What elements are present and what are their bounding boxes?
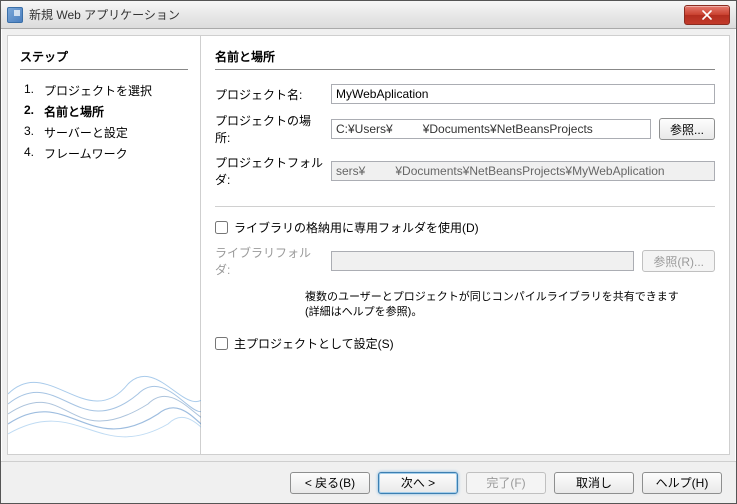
project-location-label: プロジェクトの場所: <box>215 112 323 146</box>
help-button[interactable]: ヘルプ(H) <box>642 472 722 494</box>
step-item: 2.名前と場所 <box>20 101 188 122</box>
content-area: ステップ 1.プロジェクトを選択 2.名前と場所 3.サーバーと設定 4.フレー… <box>7 35 730 455</box>
back-button[interactable]: < 戻る(B) <box>290 472 370 494</box>
main-project-checkbox[interactable] <box>215 337 228 350</box>
project-location-row: プロジェクトの場所: 参照... <box>215 112 715 146</box>
project-folder-label: プロジェクトフォルダ: <box>215 154 323 188</box>
step-item: 4.フレームワーク <box>20 143 188 164</box>
steps-list: 1.プロジェクトを選択 2.名前と場所 3.サーバーと設定 4.フレームワーク <box>20 80 188 164</box>
button-bar: < 戻る(B) 次へ > 完了(F) 取消し ヘルプ(H) <box>1 461 736 503</box>
libs-checkbox-row: ライブラリの格納用に専用フォルダを使用(D) <box>215 219 715 236</box>
main-project-checkbox-row: 主プロジェクトとして設定(S) <box>215 335 715 352</box>
project-name-row: プロジェクト名: <box>215 84 715 104</box>
divider <box>215 206 715 207</box>
main-project-label: 主プロジェクトとして設定(S) <box>234 335 394 352</box>
step-item: 3.サーバーと設定 <box>20 122 188 143</box>
project-name-input[interactable] <box>331 84 715 104</box>
dedicated-libs-label: ライブラリの格納用に専用フォルダを使用(D) <box>234 219 479 236</box>
main-panel: 名前と場所 プロジェクト名: プロジェクトの場所: 参照... プロジェクトフォ… <box>201 36 729 454</box>
project-location-input[interactable] <box>331 119 651 139</box>
panel-heading: 名前と場所 <box>215 48 715 70</box>
libs-folder-input <box>331 251 634 271</box>
dedicated-libs-checkbox[interactable] <box>215 221 228 234</box>
next-button[interactable]: 次へ > <box>378 472 458 494</box>
project-name-label: プロジェクト名: <box>215 86 323 103</box>
browse-libs-button: 参照(R)... <box>642 250 715 272</box>
finish-button: 完了(F) <box>466 472 546 494</box>
libs-folder-row: ライブラリフォルダ: 参照(R)... <box>215 244 715 278</box>
window-title: 新規 Web アプリケーション <box>29 6 180 23</box>
steps-sidebar: ステップ 1.プロジェクトを選択 2.名前と場所 3.サーバーと設定 4.フレー… <box>8 36 201 454</box>
decorative-waves <box>8 334 201 454</box>
libs-note: 複数のユーザーとプロジェクトが同じコンパイルライブラリを共有できます (詳細はヘ… <box>305 290 715 321</box>
project-folder-input <box>331 161 715 181</box>
libs-folder-label: ライブラリフォルダ: <box>215 244 323 278</box>
close-icon <box>702 10 712 20</box>
step-item: 1.プロジェクトを選択 <box>20 80 188 101</box>
wizard-window: 新規 Web アプリケーション ステップ 1.プロジェクトを選択 2.名前と場所… <box>0 0 737 504</box>
app-icon <box>7 7 23 23</box>
browse-location-button[interactable]: 参照... <box>659 118 715 140</box>
cancel-button[interactable]: 取消し <box>554 472 634 494</box>
close-button[interactable] <box>684 5 730 25</box>
steps-heading: ステップ <box>20 48 188 70</box>
project-folder-row: プロジェクトフォルダ: <box>215 154 715 188</box>
titlebar: 新規 Web アプリケーション <box>1 1 736 29</box>
